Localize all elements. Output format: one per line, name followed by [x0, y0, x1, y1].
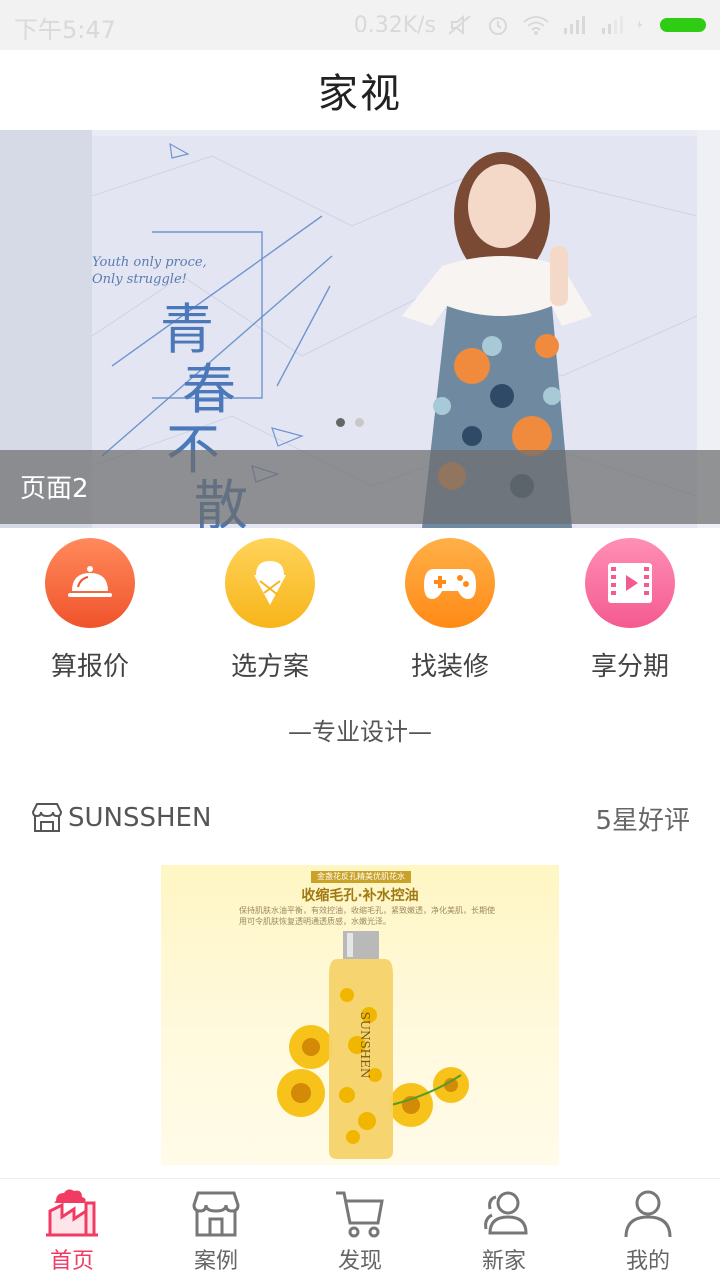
slogan-en-line2: Only struggle! — [92, 272, 187, 287]
nav-header: 家视 — [0, 50, 720, 130]
tab-mine[interactable]: 我的 — [576, 1179, 720, 1280]
tab-home-label: 首页 — [49, 1249, 94, 1274]
gamepad-icon — [405, 538, 495, 628]
net-speed: 0.32K/s — [353, 12, 436, 38]
category-plans-label: 选方案 — [230, 652, 309, 682]
mute-icon — [448, 14, 471, 36]
category-quote-label: 算报价 — [50, 652, 129, 682]
tab-newhome-label: 新家 — [481, 1249, 526, 1274]
category-shortcuts: 算报价 选方案 找装修 享分期 — [0, 538, 720, 688]
charging-icon — [637, 20, 642, 30]
banner-caption-bar: 页面2 — [0, 450, 720, 524]
storefront-icon — [192, 1191, 240, 1237]
status-bar: 下午5:47 0.32K/s — [0, 0, 720, 50]
status-icons: 0.32K/s — [354, 10, 706, 40]
category-installment[interactable]: 享分期 — [540, 538, 720, 688]
banner-caption: 页面2 — [20, 474, 89, 504]
category-quote[interactable]: 算报价 — [0, 538, 180, 688]
cart-icon — [336, 1191, 384, 1238]
film-icon — [585, 538, 675, 628]
user-icon — [624, 1190, 672, 1238]
ice-cream-icon — [225, 538, 315, 628]
carousel-dot-2[interactable] — [355, 418, 364, 427]
users-icon — [484, 1191, 528, 1235]
tab-home[interactable]: 首页 — [0, 1179, 144, 1280]
shop-header[interactable]: SUNSSHEN 5星好评 — [30, 800, 690, 836]
tab-mine-label: 我的 — [625, 1249, 670, 1274]
shop-name: SUNSSHEN — [68, 803, 212, 833]
category-renovation-label: 找装修 — [410, 652, 489, 682]
bottom-tab-bar: 首页 案例 发现 新家 我的 — [0, 1178, 720, 1280]
section-title: —专业设计— — [288, 718, 432, 746]
banner-slogan-en: Youth only proce, Only struggle! — [92, 254, 207, 288]
product-image[interactable]: 金盏花反孔精美优肌花水 收缩毛孔·补水控油 保持肌肤水油平衡，有效控油，收缩毛孔… — [161, 865, 559, 1165]
category-renovation[interactable]: 找装修 — [360, 538, 540, 688]
slogan-char-2: 春 — [182, 358, 236, 421]
svg-text:SUNSHEN: SUNSHEN — [358, 1012, 372, 1079]
tab-discover[interactable]: 发现 — [288, 1179, 432, 1280]
category-plans[interactable]: 选方案 — [180, 538, 360, 688]
shop-rating: 5星好评 — [595, 805, 690, 836]
tab-cases-label: 案例 — [193, 1249, 238, 1274]
status-time: 下午5:47 — [14, 16, 116, 44]
slogan-char-1: 青 — [160, 298, 214, 361]
tab-newhome[interactable]: 新家 — [432, 1179, 576, 1280]
tab-discover-label: 发现 — [337, 1249, 382, 1274]
store-icon — [31, 803, 63, 832]
shop-info: SUNSSHEN — [30, 802, 211, 834]
wifi-icon — [523, 16, 549, 35]
factory-icon — [46, 1189, 98, 1237]
battery-icon — [660, 18, 706, 32]
carousel-dot-1[interactable] — [336, 418, 345, 427]
slogan-en-line1: Youth only proce, — [92, 255, 207, 270]
product-artwork: SUNSHEN — [277, 931, 469, 1159]
service-bell-icon — [45, 538, 135, 628]
banner-carousel[interactable]: Youth only proce, Only struggle! 青 春 不 散… — [0, 130, 720, 528]
carousel-indicators — [336, 418, 364, 427]
signal-2-icon — [602, 16, 623, 34]
alarm-icon — [489, 17, 507, 35]
page-title: 家视 — [318, 71, 402, 117]
category-installment-label: 享分期 — [590, 652, 669, 682]
signal-icon — [564, 16, 585, 34]
tab-cases[interactable]: 案例 — [144, 1179, 288, 1280]
